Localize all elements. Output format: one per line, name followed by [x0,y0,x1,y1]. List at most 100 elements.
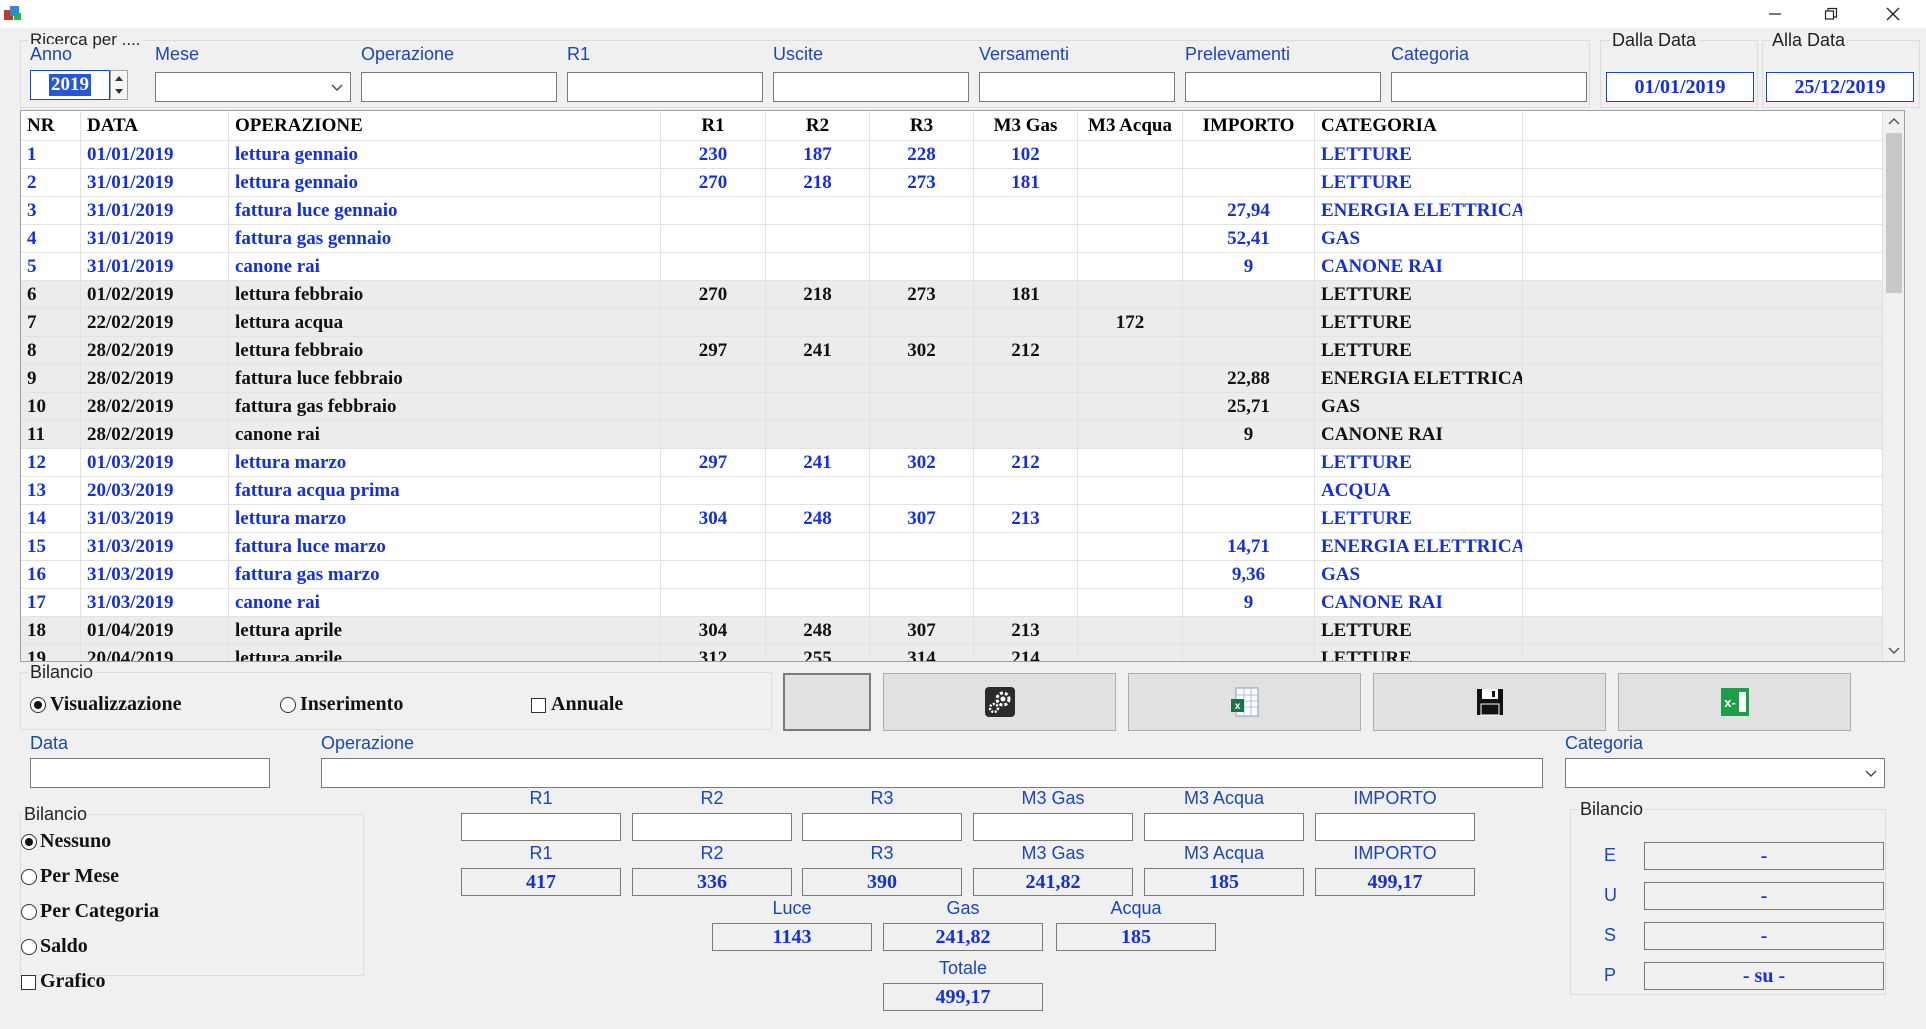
records-table[interactable]: NR DATA OPERAZIONE R1 R2 R3 M3 Gas M3 Acqua IMPO… [20,110,1905,662]
cell-nr: 15 [21,533,81,560]
column-header-m3-gas[interactable]: M3 Gas [974,111,1078,140]
spinner-down-icon[interactable] [111,85,127,99]
r3-entry-input[interactable] [802,813,962,841]
grafico-checkbox[interactable] [21,975,36,990]
saldo-label: Saldo [40,935,88,957]
save-button[interactable] [1373,673,1606,731]
cell-r1: 297 [661,337,766,364]
m3-gas-entry-input[interactable] [973,813,1133,841]
data-input[interactable] [30,758,270,788]
m3-gas-entry-label: M3 Gas [1021,788,1085,808]
cell-importo: 9 [1183,421,1315,448]
categoria-entry-select[interactable] [1565,758,1885,788]
cell-m3-gas: 212 [974,337,1078,364]
r1-search-input[interactable] [567,72,763,102]
table-row[interactable]: 18 01/04/2019 lettura aprile 304 248 307 213 LE… [21,617,1883,645]
cell-r3: 302 [870,337,974,364]
table-row[interactable]: 19 20/04/2019 lettura aprile 312 255 314 214 LE… [21,645,1883,661]
restore-button[interactable] [1803,0,1859,28]
cell-data: 01/02/2019 [81,281,229,308]
dalla-data-input[interactable]: 01/01/2019 [1606,72,1754,102]
spreadsheet-button[interactable]: x [1128,673,1361,731]
scroll-down-icon[interactable] [1883,641,1905,661]
alla-data-label: Alla Data [1770,30,1848,51]
table-row[interactable]: 9 28/02/2019 fattura luce febbraio 22,88 ENE… [21,365,1883,393]
visualizzazione-radio[interactable] [30,697,46,713]
excel-export-button[interactable]: x- [1618,673,1851,731]
table-row[interactable]: 1 01/01/2019 lettura gennaio 230 187 228 102 LE… [21,141,1883,169]
settings-button[interactable] [883,673,1116,731]
prelevamenti-search-input[interactable] [1185,72,1381,102]
table-row[interactable]: 5 31/01/2019 canone rai 9 CANONE RAI [21,253,1883,281]
mese-select[interactable] [155,72,351,102]
table-row[interactable]: 3 31/01/2019 fattura luce gennaio 27,94 ENER… [21,197,1883,225]
r3-total: 390 [802,868,962,896]
blank-button[interactable] [783,673,871,731]
operazione-search-input[interactable] [361,72,557,102]
table-scrollbar[interactable] [1882,111,1904,661]
categoria-search-input[interactable] [1391,72,1587,102]
column-header-m3-acqua[interactable]: M3 Acqua [1078,111,1183,140]
table-row[interactable]: 2 31/01/2019 lettura gennaio 270 218 273 181 LE… [21,169,1883,197]
spinner-up-icon[interactable] [111,71,127,85]
close-button[interactable] [1865,0,1921,28]
cell-r3: 273 [870,169,974,196]
nessuno-radio[interactable] [21,834,37,850]
cell-r2: 255 [766,645,870,661]
column-header-r1[interactable]: R1 [661,111,766,140]
alla-data-input[interactable]: 25/12/2019 [1766,72,1914,102]
column-header-r2[interactable]: R2 [766,111,870,140]
annuale-checkbox[interactable] [531,698,546,713]
anno-spinner[interactable]: 2019 [30,70,110,100]
per-categoria-radio[interactable] [21,904,37,920]
inserimento-radio[interactable] [280,697,296,713]
table-row[interactable]: 8 28/02/2019 lettura febbraio 297 241 302 212 L… [21,337,1883,365]
table-row[interactable]: 16 31/03/2019 fattura gas marzo 9,36 GAS [21,561,1883,589]
column-header-r3[interactable]: R3 [870,111,974,140]
cell-r2: 187 [766,141,870,168]
uscite-search-input[interactable] [773,72,969,102]
table-row[interactable]: 4 31/01/2019 fattura gas gennaio 52,41 GAS [21,225,1883,253]
per-mese-radio[interactable] [21,869,37,885]
cell-r3 [870,421,974,448]
column-header-nr[interactable]: NR [21,111,81,140]
anno-label: Anno [30,44,73,65]
scroll-up-icon[interactable] [1883,111,1905,131]
cell-operazione: fattura gas marzo [229,561,661,588]
table-row[interactable]: 13 20/03/2019 fattura acqua prima ACQUA [21,477,1883,505]
table-row[interactable]: 12 01/03/2019 lettura marzo 297 241 302 212 LET… [21,449,1883,477]
column-header-operazione[interactable]: OPERAZIONE [229,111,661,140]
column-header-data[interactable]: DATA [81,111,229,140]
m3-acqua-entry-input[interactable] [1144,813,1304,841]
table-row[interactable]: 14 31/03/2019 lettura marzo 304 248 307 213 LET… [21,505,1883,533]
saldo-radio[interactable] [21,939,37,955]
anno-spinner-buttons[interactable] [110,70,128,100]
column-header-categoria[interactable]: CATEGORIA [1315,111,1523,140]
gas-total: 241,82 [883,923,1043,951]
table-row[interactable]: 17 31/03/2019 canone rai 9 CANONE RAI [21,589,1883,617]
cell-r2: 241 [766,337,870,364]
cell-nr: 19 [21,645,81,661]
minimize-button[interactable] [1747,0,1803,28]
operazione-entry-input[interactable] [321,758,1543,788]
cell-nr: 2 [21,169,81,196]
cell-operazione: lettura febbraio [229,281,661,308]
cell-m3-gas: 181 [974,281,1078,308]
cell-categoria: CANONE RAI [1315,589,1523,616]
table-row[interactable]: 7 22/02/2019 lettura acqua 172 LETTURE [21,309,1883,337]
mese-label: Mese [155,44,200,65]
scroll-thumb[interactable] [1886,133,1902,293]
cell-r1 [661,225,766,252]
table-row[interactable]: 6 01/02/2019 lettura febbraio 270 218 273 181 L… [21,281,1883,309]
versamenti-search-input[interactable] [979,72,1175,102]
importo-entry-input[interactable] [1315,813,1475,841]
table-row[interactable]: 10 28/02/2019 fattura gas febbraio 25,71 GAS [21,393,1883,421]
r1-entry-input[interactable] [461,813,621,841]
cell-r1: 270 [661,281,766,308]
m3-acqua-total: 185 [1144,868,1304,896]
cell-r2 [766,533,870,560]
column-header-importo[interactable]: IMPORTO [1183,111,1315,140]
table-row[interactable]: 15 31/03/2019 fattura luce marzo 14,71 ENERG… [21,533,1883,561]
r2-entry-input[interactable] [632,813,792,841]
table-row[interactable]: 11 28/02/2019 canone rai 9 CANONE RAI [21,421,1883,449]
